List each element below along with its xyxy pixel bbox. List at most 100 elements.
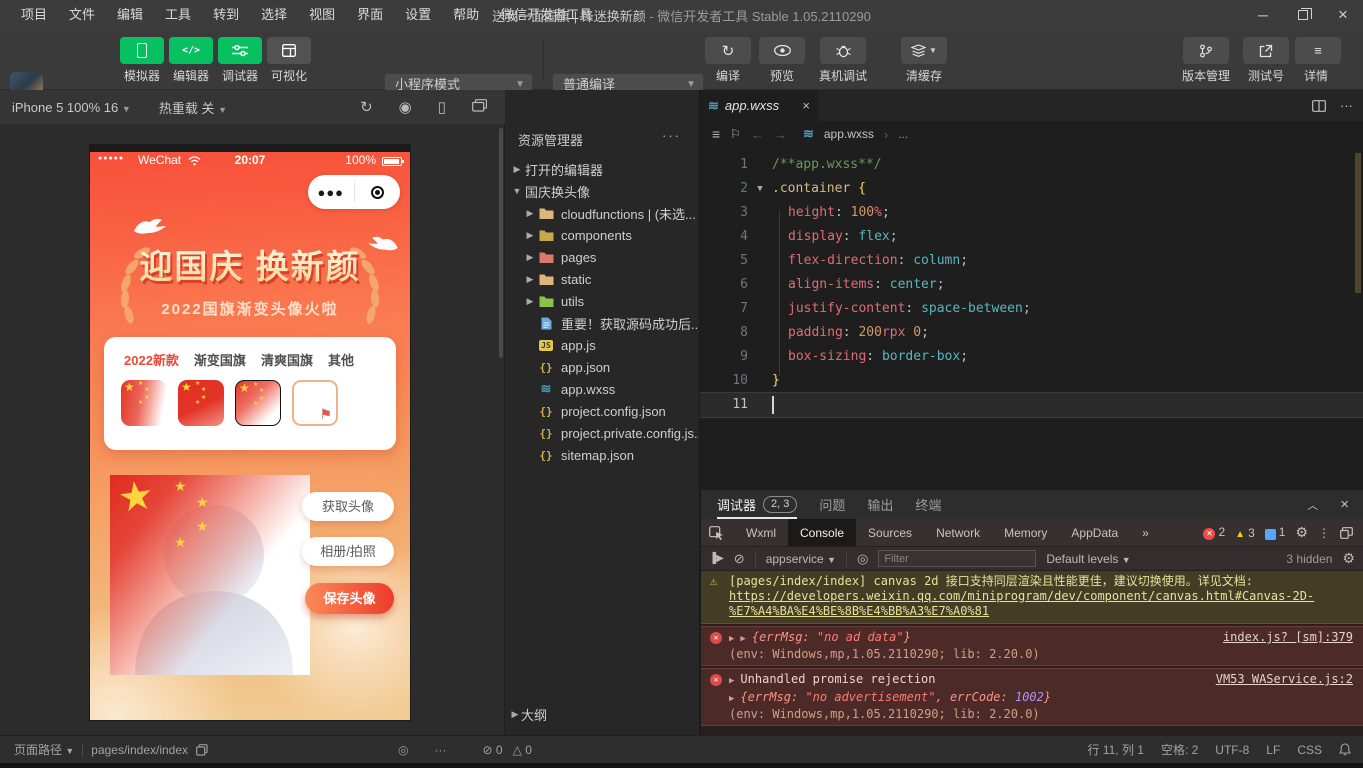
- devtools-tab-appdata[interactable]: AppData: [1059, 519, 1130, 546]
- problems-summary[interactable]: ⊘ 0 △ 0: [483, 743, 532, 757]
- chevron-icon[interactable]: ▶: [524, 230, 536, 241]
- devtools-settings-icon[interactable]: ⚙: [1295, 524, 1308, 541]
- tree-item-app.js[interactable]: JSapp.js: [505, 334, 699, 356]
- code-line-8[interactable]: 8padding: 200rpx 0;: [700, 321, 1363, 345]
- page-path-value[interactable]: pages/index/index: [91, 743, 188, 757]
- debugger-toggle-button[interactable]: 调试器: [216, 37, 264, 84]
- record-icon[interactable]: ◉: [399, 98, 412, 116]
- avatar-preview[interactable]: ★ ★ ★ ★ ★: [110, 475, 310, 675]
- code-line-6[interactable]: 6align-items: center;: [700, 273, 1363, 297]
- flag-category-tab[interactable]: 其他: [328, 350, 354, 369]
- code-line-1[interactable]: 1/**app.wxss**/: [700, 153, 1363, 177]
- expand-icon[interactable]: ▶: [729, 673, 734, 689]
- debugger-tab-输出[interactable]: 输出: [867, 490, 893, 519]
- code-line-5[interactable]: 5flex-direction: column;: [700, 249, 1363, 273]
- version-control-button[interactable]: 版本管理: [1175, 37, 1237, 84]
- menu-item[interactable]: 编辑: [106, 0, 154, 30]
- statusbar-item[interactable]: CSS: [1297, 743, 1322, 757]
- close-button[interactable]: ×: [1323, 0, 1363, 30]
- statusbar-item[interactable]: LF: [1266, 743, 1280, 757]
- inspect-element-icon[interactable]: [709, 526, 724, 540]
- statusbar-item[interactable]: 行 11, 列 1: [1087, 741, 1143, 758]
- album-camera-button[interactable]: 相册/拍照: [302, 537, 394, 566]
- eager-eval-icon[interactable]: ▐▶: [709, 553, 724, 564]
- visualize-toggle-button[interactable]: 可视化: [265, 37, 313, 84]
- close-tab-icon[interactable]: ×: [802, 98, 810, 113]
- flag-category-tab[interactable]: 2022新款: [124, 350, 179, 369]
- code-area[interactable]: 1/**app.wxss**/2▼.container {3height: 10…: [700, 147, 1363, 490]
- details-button[interactable]: ≡ 详情: [1295, 37, 1337, 84]
- doc-link[interactable]: https://developers.weixin.qq.com/minipro…: [729, 589, 1314, 618]
- explorer-more-icon[interactable]: ···: [662, 128, 681, 143]
- nav-forward-icon[interactable]: →: [774, 127, 787, 142]
- hidden-count[interactable]: 3 hidden: [1286, 552, 1332, 566]
- code-line-7[interactable]: 7justify-content: space-between;: [700, 297, 1363, 321]
- menu-item[interactable]: 工具: [154, 0, 202, 30]
- clear-cache-button[interactable]: ▼ 清缓存: [893, 37, 955, 84]
- overview-ruler[interactable]: [1355, 153, 1361, 293]
- simulator-toggle-button[interactable]: 模拟器: [118, 37, 166, 84]
- bookmark-icon[interactable]: ⚐: [730, 127, 741, 141]
- device-frame-icon[interactable]: ▯: [438, 98, 446, 116]
- close-miniprogram-button[interactable]: [355, 186, 401, 199]
- devtools-tab-sources[interactable]: Sources: [856, 519, 924, 546]
- split-editor-icon[interactable]: [1312, 100, 1326, 112]
- source-link[interactable]: VM53 WAService.js:2: [1216, 671, 1353, 687]
- devtools-tab-console[interactable]: Console: [788, 519, 856, 546]
- devtools-tab-memory[interactable]: Memory: [992, 519, 1059, 546]
- clear-console-icon[interactable]: ⊘: [734, 551, 745, 567]
- tree-item--[interactable]: ▼国庆换头像: [505, 180, 699, 202]
- chevron-icon[interactable]: ▶: [511, 164, 523, 175]
- debugger-tab-问题[interactable]: 问题: [819, 490, 845, 519]
- chevron-icon[interactable]: ▶: [524, 274, 536, 285]
- menu-item[interactable]: 选择: [250, 0, 298, 30]
- log-levels-select[interactable]: Default levels ▼: [1046, 552, 1130, 566]
- tree-item-app.wxss[interactable]: ≋app.wxss: [505, 378, 699, 400]
- close-panel-icon[interactable]: ×: [1340, 496, 1349, 513]
- debugger-tab-终端[interactable]: 终端: [915, 490, 941, 519]
- statusbar-eye-icon[interactable]: ◎: [398, 743, 408, 757]
- statusbar-item[interactable]: 空格: 2: [1161, 741, 1198, 758]
- menu-item[interactable]: 界面: [346, 0, 394, 30]
- multi-window-icon[interactable]: [472, 99, 487, 117]
- tree-item-pages[interactable]: ▶pages: [505, 246, 699, 268]
- more-tabs-icon[interactable]: »: [1130, 519, 1161, 546]
- tree-item-cloudfunctions-...[interactable]: ▶cloudfunctions | (未选...: [505, 202, 699, 224]
- collapse-panel-icon[interactable]: ︿: [1307, 497, 1318, 513]
- console-eye-icon[interactable]: ◎: [857, 551, 868, 567]
- console-filter-input[interactable]: [878, 550, 1036, 567]
- console-error-message[interactable]: ✕▶Unhandled promise rejectionVM53 WAServ…: [701, 668, 1363, 726]
- rotate-icon[interactable]: ↻: [360, 98, 373, 116]
- devtools-menu-icon[interactable]: ⋮: [1318, 526, 1330, 540]
- error-count-badge[interactable]: 2: [1203, 525, 1225, 540]
- fold-icon[interactable]: ▼: [752, 177, 768, 201]
- tree-item-static[interactable]: ▶static: [505, 268, 699, 290]
- console-prompt[interactable]: >: [701, 726, 1363, 735]
- flag-category-tab[interactable]: 清爽国旗: [261, 350, 313, 369]
- expand-icon[interactable]: ▶: [729, 631, 734, 647]
- console-settings-icon[interactable]: ⚙: [1342, 550, 1355, 567]
- tree-item-project.private.config.js...[interactable]: {}project.private.config.js...: [505, 422, 699, 444]
- maximize-button[interactable]: [1283, 0, 1323, 30]
- devtools-tab-network[interactable]: Network: [924, 519, 992, 546]
- menu-item[interactable]: 帮助: [442, 0, 490, 30]
- flag-thumb-gradient[interactable]: ★★★★★: [121, 380, 167, 426]
- tree-item--[interactable]: ▶打开的编辑器: [505, 158, 699, 180]
- code-line-11[interactable]: 11: [700, 393, 1363, 417]
- tree-item-utils[interactable]: ▶utils: [505, 290, 699, 312]
- tree-item-sitemap.json[interactable]: {}sitemap.json: [505, 444, 699, 466]
- menu-item[interactable]: 视图: [298, 0, 346, 30]
- breadcrumb-file[interactable]: app.wxss: [824, 127, 874, 141]
- test-account-button[interactable]: 测试号: [1241, 37, 1291, 84]
- more-menu-button[interactable]: ●●●: [308, 185, 354, 200]
- statusbar-more-icon[interactable]: ···: [435, 743, 447, 757]
- outline-section[interactable]: ▶ 大纲: [505, 703, 699, 725]
- save-avatar-button[interactable]: 保存头像: [305, 583, 394, 614]
- menu-item[interactable]: 文件: [58, 0, 106, 30]
- code-line-9[interactable]: 9box-sizing: border-box;: [700, 345, 1363, 369]
- console-error-message[interactable]: ✕▶▶{errMsg: "no ad data"}index.js? [sm]:…: [701, 626, 1363, 666]
- menu-item[interactable]: 项目: [10, 0, 58, 30]
- flag-thumb-solid[interactable]: ★★★★★: [178, 380, 224, 426]
- warning-count-badge[interactable]: 3: [1235, 526, 1255, 540]
- hot-reload-toggle[interactable]: 热重载 关 ▼: [159, 98, 227, 117]
